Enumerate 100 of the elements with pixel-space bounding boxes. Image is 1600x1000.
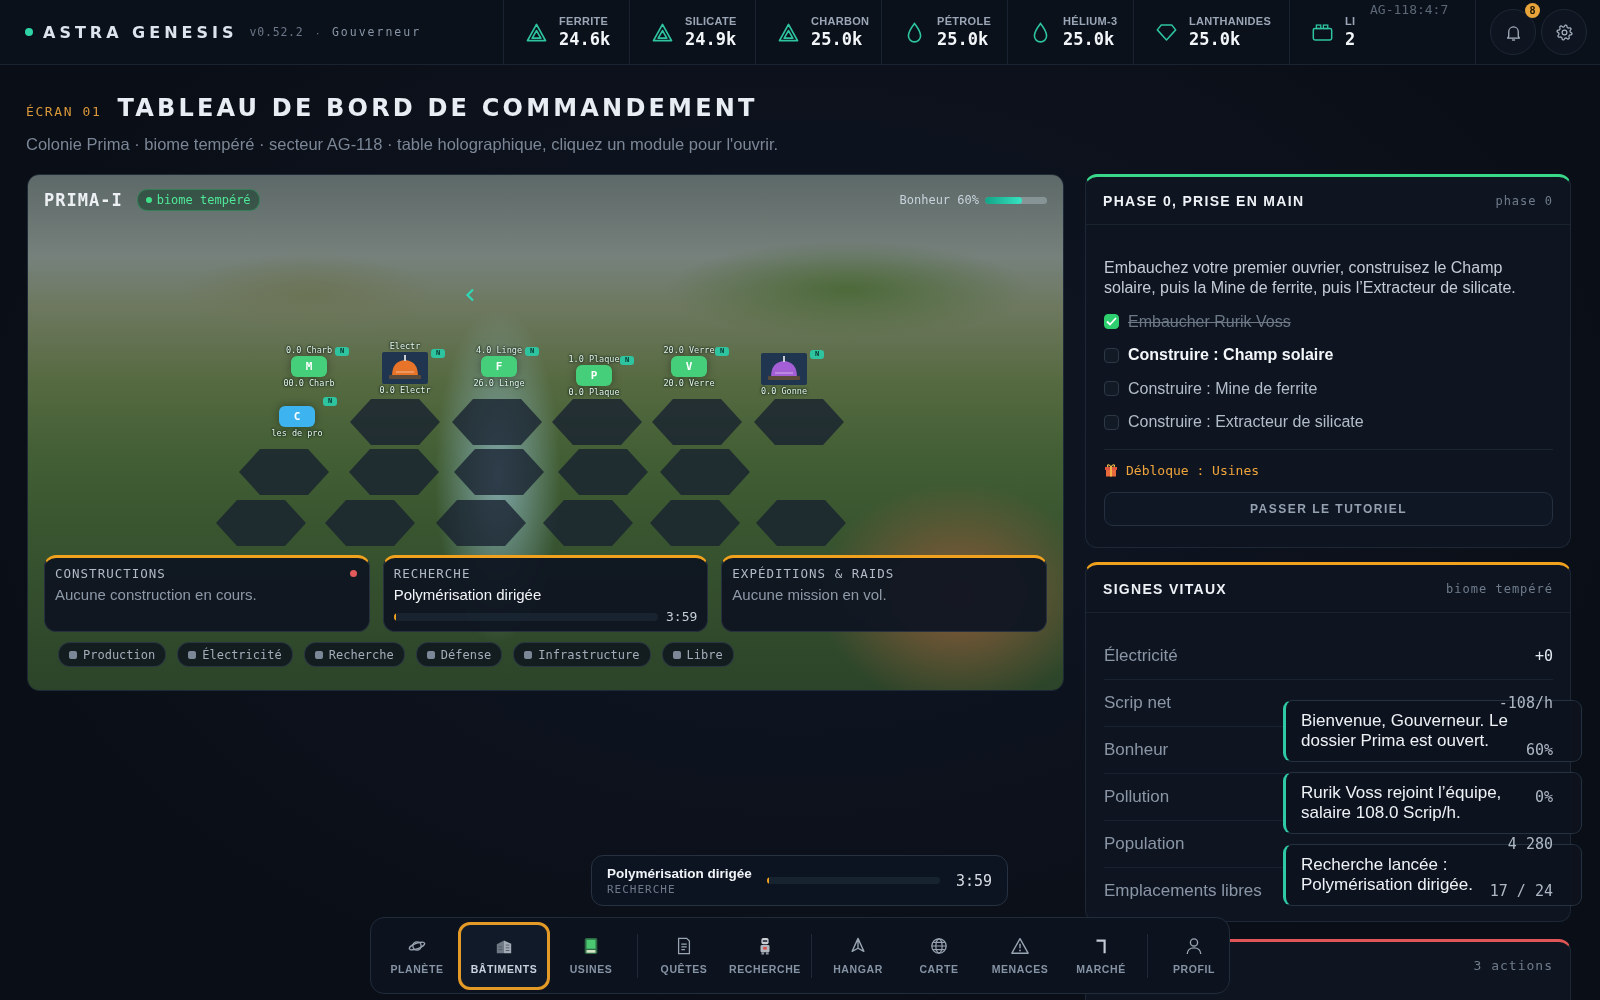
hex-slot[interactable]	[216, 500, 306, 546]
module-label: 0.0 Plaque	[568, 386, 620, 397]
nav-tab[interactable]: MARCHÉ	[1061, 921, 1141, 990]
module-label: 1.0 Plaque	[568, 353, 620, 364]
nav-tab[interactable]: PROFIL	[1154, 921, 1234, 990]
sector-code: AG-118:4:7	[1370, 2, 1450, 17]
legend-label: Production	[83, 647, 156, 662]
card-title: PHASE 0, PRISE EN MAIN	[1103, 192, 1305, 209]
page-subtitle: Colonie Prima · biome tempéré · secteur AG-118 · table holographique, cliquez un module pour l'ouvrir.	[26, 134, 780, 154]
task-label: Construire : Mine de ferrite	[1128, 379, 1318, 398]
module-label: 0.0 Electr	[379, 385, 431, 395]
actions-count: 3 actions	[1473, 958, 1553, 973]
hex-slot[interactable]	[436, 500, 526, 546]
vital-value: 4 280	[1507, 835, 1553, 853]
biome-label: biome tempéré	[1446, 581, 1553, 596]
module-label: 00.0 Charb	[283, 377, 335, 388]
module-label: 20.0 Verre	[663, 377, 715, 388]
hex-slot[interactable]	[543, 500, 633, 546]
time-remaining: 3:59	[666, 609, 698, 624]
resource-name: FERRITE	[559, 15, 610, 27]
vital-label: Électricité	[1104, 646, 1178, 666]
triangle-icon	[652, 22, 673, 42]
task-checkbox[interactable]	[1104, 347, 1119, 363]
user-icon	[1185, 936, 1203, 955]
dome-building-icon[interactable]	[382, 352, 428, 384]
notification-badge: 8	[1525, 3, 1540, 18]
gift-icon	[1104, 463, 1118, 477]
nav-tab[interactable]: MENACES	[980, 921, 1060, 990]
vital-value: -108/h	[1498, 694, 1553, 712]
card-title: CONSTRUCTIONS	[55, 565, 166, 581]
dome-building-icon[interactable]	[761, 353, 807, 385]
hex-slot[interactable]	[652, 399, 742, 445]
hex-slot[interactable]	[239, 449, 329, 495]
hex-slot[interactable]	[552, 399, 642, 445]
task-checkbox[interactable]	[1104, 381, 1119, 397]
chevron-left-icon[interactable]	[465, 288, 475, 302]
module-label: 0.0 Charb	[285, 344, 333, 355]
task-checkbox[interactable]	[1104, 314, 1119, 330]
hex-slot[interactable]	[454, 449, 544, 495]
warning-icon	[1011, 936, 1029, 955]
nav-tab[interactable]: USINES	[551, 921, 631, 990]
planet-name: PRIMA-I	[44, 190, 123, 210]
triangle-icon	[778, 22, 799, 42]
status-text: Aucune construction en cours.	[55, 586, 258, 604]
skip-tutorial-button[interactable]: PASSER LE TUTORIEL	[1104, 492, 1553, 526]
vital-label: Emplacements libres	[1104, 881, 1262, 901]
research-category: RECHERCHE	[607, 882, 677, 896]
hex-slot[interactable]	[558, 449, 648, 495]
role-label: Gouverneur	[331, 25, 422, 39]
hex-slot[interactable]	[325, 500, 415, 546]
legend-label: Recherche	[328, 647, 394, 662]
hex-slot[interactable]	[452, 399, 542, 445]
vital-value: +0	[1534, 647, 1553, 665]
module-label: les de pro	[271, 427, 323, 438]
app-title: ASTRA GENESIS	[43, 22, 238, 42]
nav-tab[interactable]: BÂTIMENTS	[458, 921, 550, 990]
phase-label: phase 0	[1495, 193, 1553, 208]
nav-tab[interactable]: RECHERCHE	[725, 921, 805, 990]
module-label: 26.0 Linge	[473, 377, 525, 388]
settings-button[interactable]	[1541, 9, 1587, 55]
task-checkbox[interactable]	[1104, 414, 1119, 430]
gear-icon	[1554, 22, 1574, 42]
hex-slot[interactable]	[756, 500, 846, 546]
resource-amount: 24.6k	[559, 29, 611, 49]
unlock-label: Débloque : Usines	[1126, 462, 1260, 478]
document-icon	[675, 936, 693, 955]
legend-swatch-icon	[69, 650, 77, 659]
nav-tab[interactable]: HANGAR	[818, 921, 898, 990]
vital-value: 0%	[1534, 788, 1553, 806]
hex-slot[interactable]	[349, 449, 439, 495]
card-title: SIGNES VITAUX	[1103, 580, 1227, 597]
module-label: Electr	[389, 341, 421, 351]
hex-slot[interactable]	[650, 500, 740, 546]
hex-slot[interactable]	[754, 399, 844, 445]
vital-label: Pollution	[1104, 787, 1170, 807]
triangle-icon	[526, 22, 547, 42]
card-icon	[582, 936, 600, 955]
vital-label: Scrip net	[1104, 693, 1172, 713]
droplet-icon	[907, 21, 922, 43]
resource-name: LANTHANIDES	[1189, 15, 1272, 27]
legend-swatch-icon	[426, 650, 435, 659]
vital-label: Population	[1104, 834, 1185, 854]
nav-tab[interactable]: PLANÈTE	[377, 921, 457, 990]
box-icon	[1312, 22, 1333, 42]
screen-number: ÉCRAN 01	[26, 104, 102, 119]
status-dot-icon	[145, 197, 152, 203]
task-label: Embaucher Rurik Voss	[1128, 312, 1291, 331]
page-title: TABLEAU DE BORD DE COMMANDEMENT	[117, 94, 758, 122]
resource-amount: 25.0k	[937, 29, 990, 49]
resource-name: HÉLIUM-3	[1063, 15, 1118, 27]
nav-tab[interactable]: QUÊTES	[644, 921, 724, 990]
resource-amount: 25.0k	[811, 29, 864, 49]
checkmark-icon	[1106, 317, 1117, 327]
legend-label: Infrastructure	[538, 647, 640, 662]
research-name: Polymérisation dirigée	[607, 865, 753, 881]
resource-name: CHARBON	[811, 15, 870, 27]
nav-tab[interactable]: CARTE	[899, 921, 979, 990]
hex-slot[interactable]	[660, 449, 750, 495]
research-name: Polymérisation dirigée	[393, 586, 543, 604]
hex-slot[interactable]	[350, 399, 440, 445]
